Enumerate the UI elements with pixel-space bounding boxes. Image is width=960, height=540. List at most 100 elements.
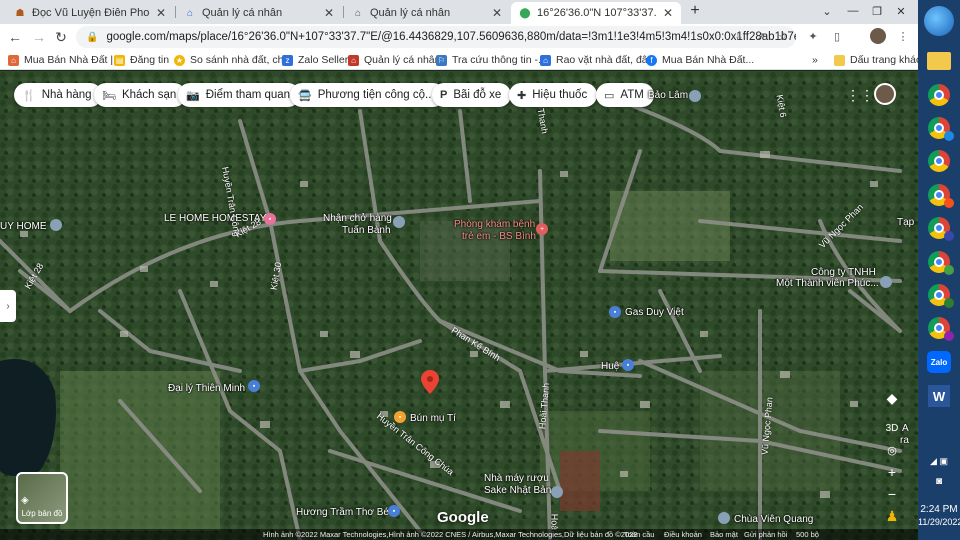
extensions-puzzle-icon[interactable]: ✦ <box>806 29 820 43</box>
install-app-icon[interactable]: ⇩ <box>732 29 746 43</box>
close-tab-icon[interactable]: ✕ <box>663 6 673 20</box>
chip-restaurants[interactable]: 🍴 Nhà hàng <box>14 83 102 107</box>
place-label[interactable]: Chùa Viên Quang <box>734 514 813 525</box>
chip-transit[interactable]: 🚍 Phương tiện công cộ... <box>290 83 445 107</box>
account-avatar[interactable] <box>874 83 896 105</box>
chrome-taskbar-button[interactable] <box>922 146 956 176</box>
bookmark-item[interactable]: ▤ Đăng tin <box>114 53 169 67</box>
bookmark-item[interactable]: ⚐ Tra cứu thông tin -... <box>436 53 547 67</box>
place-label[interactable]: Hương Trầm Thơ Bé <box>296 507 389 518</box>
bookmark-item[interactable]: z Zalo Seller <box>282 53 348 67</box>
shop-pin-icon[interactable]: ▪ <box>609 306 621 318</box>
chip-attractions[interactable]: 📷 Điểm tham quan <box>178 83 301 107</box>
bookmark-item[interactable]: f Mua Bán Nhà Đất... <box>646 53 754 67</box>
satellite-map[interactable]: 🍴 Nhà hàng 🛏 Khách sạn 📷 Điểm tham quan 🚍 Ph… <box>0 71 918 540</box>
chrome-taskbar-button[interactable] <box>922 80 956 110</box>
share-icon[interactable]: ↗ <box>754 29 768 43</box>
place-label[interactable]: Tuấn Bành <box>342 225 391 236</box>
url-text[interactable]: google.com/maps/place/16°26'36.0"N+107°3… <box>106 31 796 43</box>
place-pin-icon[interactable] <box>689 90 701 102</box>
chrome-taskbar-button[interactable] <box>922 313 956 343</box>
chip-parking[interactable]: P Bãi đỗ xe <box>432 83 512 107</box>
new-tab-button[interactable]: + <box>686 2 704 20</box>
place-label[interactable]: Nhận chở hàng <box>323 213 392 224</box>
place-pin-icon[interactable] <box>393 216 405 228</box>
place-label[interactable]: Đại lý Thiên Minh <box>168 383 245 394</box>
place-label[interactable]: Gas Duy Việt <box>625 307 684 318</box>
compass-icon[interactable]: ◆ <box>881 387 903 409</box>
feedback-link[interactable]: Gửi phản hồi <box>744 530 787 539</box>
zoom-in-icon[interactable]: + <box>881 461 903 483</box>
place-label[interactable]: Sake Nhật Bản <box>484 485 551 496</box>
place-label[interactable]: Bún mụ Tí <box>410 413 456 424</box>
terms-link[interactable]: Điều khoản <box>664 530 702 539</box>
pegman-icon[interactable]: ♟ <box>881 505 903 527</box>
bookmark-item[interactable]: ★ So sánh nhà đất, ch... <box>174 53 292 67</box>
chrome-taskbar-button[interactable] <box>922 247 956 277</box>
scale-label[interactable]: 500 bộ <box>796 530 819 539</box>
shop-pin-icon[interactable]: ▪ <box>622 359 634 371</box>
address-bar[interactable]: 🔒 google.com/maps/place/16°26'36.0"N+107… <box>76 26 796 48</box>
close-window-icon[interactable]: ✕ <box>890 0 912 22</box>
food-pin-icon[interactable]: ▪ <box>394 411 406 423</box>
close-tab-icon[interactable]: ✕ <box>492 6 502 20</box>
shop-pin-icon[interactable]: ▪ <box>388 505 400 517</box>
zoom-out-icon[interactable]: − <box>881 483 903 505</box>
tab-2[interactable]: ⌂ Quản lý cá nhân ✕ <box>176 2 342 24</box>
bookmark-item[interactable]: ⌂ Rao vặt nhà đất, đâ... <box>540 53 656 67</box>
clinic-pin-icon[interactable]: + <box>536 223 548 235</box>
profile-avatar[interactable] <box>870 28 886 44</box>
place-pin-icon[interactable] <box>718 512 730 524</box>
chip-atm[interactable]: ▭ ATM <box>596 83 654 107</box>
other-bookmarks-folder[interactable]: Dấu trang khác <box>834 53 921 67</box>
chip-pharmacy[interactable]: ✚ Hiệu thuốc <box>509 83 598 107</box>
side-panel-icon[interactable]: ▯ <box>830 29 844 43</box>
place-label[interactable]: Một Thành viên Phúc... <box>776 278 879 289</box>
place-label[interactable]: Nhà máy rượu <box>484 473 549 484</box>
clock-time[interactable]: 2:24 PM <box>918 504 960 515</box>
privacy-link[interactable]: Bảo mật <box>710 530 738 539</box>
zalo-taskbar-button[interactable]: Zalo <box>922 347 956 377</box>
place-label[interactable]: Tạp <box>897 217 914 228</box>
place-pin-icon[interactable] <box>50 219 62 231</box>
chip-hotels[interactable]: 🛏 Khách sạn <box>94 83 187 107</box>
close-tab-icon[interactable]: ✕ <box>324 6 334 20</box>
tab-search-icon[interactable]: ⌄ <box>816 0 838 22</box>
hotel-pin-icon[interactable]: ▪ <box>264 213 276 225</box>
bookmarks-more-icon[interactable]: » <box>812 53 818 67</box>
shop-pin-icon[interactable]: ▪ <box>248 380 260 392</box>
place-label[interactable]: Công ty TNHH <box>811 267 876 278</box>
place-label[interactable]: trẻ em - BS Bình <box>462 231 536 242</box>
bookmark-star-icon[interactable]: ☆ <box>776 29 790 43</box>
expand-side-panel-icon[interactable]: › <box>0 290 16 322</box>
bookmark-item[interactable]: ⌂ Mua Bán Nhà Đất |... <box>8 53 122 67</box>
place-label[interactable]: Phòng khám bệnh <box>454 219 535 230</box>
tab-4-active[interactable]: ⬤ 16°26'36.0"N 107°33'37.7"E - Go ✕ <box>511 2 681 24</box>
place-pin-icon[interactable] <box>880 276 892 288</box>
more-menu-icon[interactable]: ⋮ <box>896 29 910 43</box>
place-label[interactable]: Bảo Lâm <box>648 90 688 101</box>
restore-icon[interactable]: ❐ <box>866 0 888 22</box>
chrome-taskbar-button[interactable] <box>922 213 956 243</box>
place-pin-icon[interactable] <box>551 486 563 498</box>
file-explorer-button[interactable] <box>922 46 956 76</box>
reload-icon[interactable]: ↻ <box>52 28 70 46</box>
network-icon[interactable]: ◙ <box>918 476 960 487</box>
start-button[interactable] <box>924 6 954 36</box>
chrome-taskbar-button[interactable] <box>922 113 956 143</box>
close-tab-icon[interactable]: ✕ <box>156 6 166 20</box>
place-label[interactable]: UY HOME <box>0 221 47 232</box>
word-taskbar-button[interactable]: W <box>922 381 956 411</box>
bookmark-item[interactable]: ⌂ Quản lý cá nhân <box>348 53 440 67</box>
dropped-pin-marker-icon[interactable] <box>421 370 439 394</box>
tray-icons[interactable]: ◢ ▣ <box>918 456 960 467</box>
place-label[interactable]: Huệ <box>601 361 619 372</box>
tab-1[interactable]: ☗ Đọc Vũ Luyện Điên Phong - Chư ✕ <box>6 2 174 24</box>
minimize-icon[interactable]: — <box>842 0 864 22</box>
clock-date[interactable]: 11/29/2022 <box>918 517 960 527</box>
chrome-taskbar-button[interactable] <box>922 180 956 210</box>
global-link[interactable]: Toàn cầu <box>624 530 654 539</box>
back-arrow-icon[interactable]: ← <box>6 28 24 46</box>
forward-arrow-icon[interactable]: → <box>30 28 48 46</box>
tab-3[interactable]: ⌂ Quản lý cá nhân ✕ <box>344 2 510 24</box>
